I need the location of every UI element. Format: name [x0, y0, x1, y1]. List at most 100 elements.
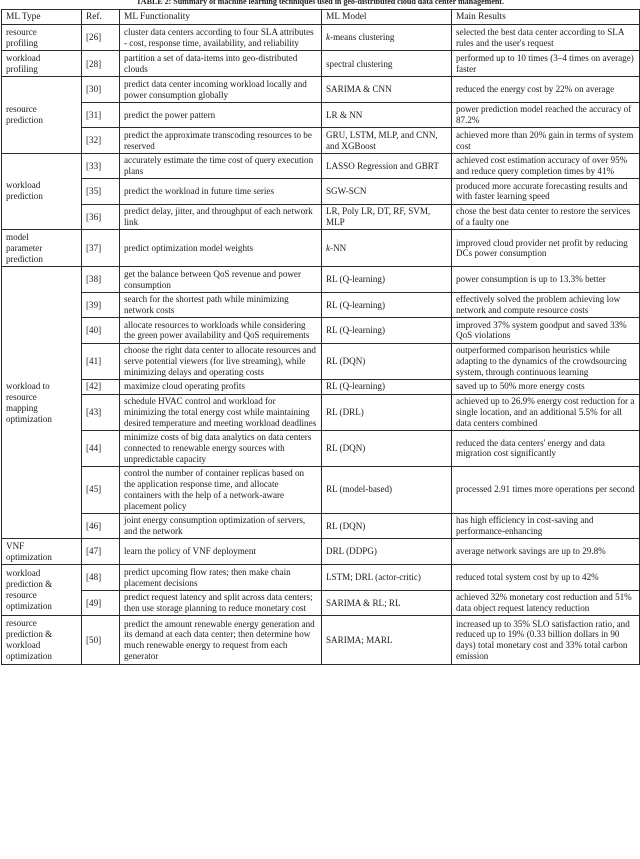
cell-main-results: improved 37% system goodput and saved 33… [451, 317, 640, 344]
cell-reference[interactable]: [42] [81, 378, 120, 395]
table-row: [40] allocate resources to workloads whil… [2, 317, 640, 344]
cell-ml-functionality: predict upcoming flow rates; then make c… [119, 564, 322, 591]
table-row: [45] control the number of container repl… [2, 465, 640, 514]
cell-ml-model: LASSO Regression and GBRT [321, 152, 452, 180]
cell-ml-functionality: schedule HVAC control and workload for m… [119, 393, 322, 431]
cell-reference[interactable]: [38] [81, 266, 120, 293]
cell-ml-functionality: choose the right data center to allocate… [119, 342, 322, 380]
cell-reference[interactable]: [28] [81, 50, 120, 78]
cell-main-results: power prediction model reached the accur… [451, 101, 640, 129]
cell-ml-model: spectral clustering [321, 50, 452, 78]
cell-ml-type: resource prediction [1, 76, 82, 154]
table-row: [42] maximize cloud operating profits RL (… [2, 378, 640, 395]
table-row: workload profiling [28] partition a set of … [1, 50, 640, 78]
cell-main-results: achieved more than 20% gain in terms of … [451, 127, 640, 154]
table-row: resource prediction & workload optimization… [1, 615, 640, 665]
cell-main-results: improved cloud provider net profit by re… [451, 229, 640, 268]
cell-ml-functionality: partition a set of data-items into geo-d… [119, 50, 322, 78]
table-row: VNF optimization [47] learn the policy of V… [1, 538, 640, 566]
cell-main-results: has high efficiency in cost-saving and p… [451, 512, 640, 540]
cell-ml-model: RL (DQN) [321, 342, 452, 380]
cell-ml-functionality: predict data center incoming workload lo… [119, 76, 322, 103]
table-row: workload to resource mapping optimization [3… [1, 266, 640, 540]
cell-main-results: increased up to 35% SLO satisfaction rat… [451, 615, 640, 665]
cell-reference[interactable]: [36] [81, 203, 120, 231]
cell-ml-model: LSTM; DRL (actor-critic) [321, 564, 452, 591]
cell-main-results: average network savings are up to 29.8% [451, 538, 640, 566]
cell-ml-functionality: predict the power pattern [119, 101, 322, 129]
cell-ml-functionality: predict delay, jitter, and throughput of… [119, 203, 322, 231]
cell-ml-functionality: search for the shortest path while minim… [119, 291, 322, 319]
table-row: [41] choose the right data center to allo… [2, 342, 640, 380]
cell-ml-type: workload profiling [1, 50, 82, 78]
cell-ml-functionality: predict optimization model weights [119, 229, 322, 268]
table-row: [39] search for the shortest path while m… [2, 291, 640, 319]
table-row: [36] predict delay, jitter, and throughpu… [2, 203, 640, 231]
cell-reference[interactable]: [35] [81, 178, 120, 205]
cell-reference[interactable]: [32] [81, 127, 120, 154]
table-row: resource profiling [26] cluster data center… [1, 24, 640, 52]
cell-ml-functionality: allocate resources to workloads while co… [119, 317, 322, 344]
table-row: workload prediction & resource optimization… [1, 564, 640, 617]
cell-reference[interactable]: [33] [81, 152, 120, 180]
cell-reference[interactable]: [49] [81, 589, 120, 617]
cell-reference[interactable]: [47] [81, 538, 120, 566]
cell-ml-type: resource profiling [1, 24, 82, 52]
cell-ml-model: SGW-SCN [321, 178, 452, 205]
cell-ml-model: DRL (DDPG) [321, 538, 452, 566]
column-header-ml-type: ML Type [1, 8, 82, 26]
table-row: [49] predict request latency and split ac… [2, 589, 640, 617]
cell-ml-functionality: joint energy consumption optimization of… [119, 512, 322, 540]
cell-reference[interactable]: [26] [81, 24, 120, 52]
cell-ml-functionality: learn the policy of VNF deployment [119, 538, 322, 566]
cell-ml-functionality: predict the approximate transcoding reso… [119, 127, 322, 154]
cell-reference[interactable]: [41] [81, 342, 120, 380]
cell-ml-functionality: accurately estimate the time cost of que… [119, 152, 322, 180]
cell-ml-model: RL (DQN) [321, 429, 452, 467]
cell-main-results: achieved cost estimation accuracy of ove… [451, 152, 640, 180]
cell-reference[interactable]: [37] [81, 229, 120, 268]
cell-ml-type: model parameter prediction [1, 229, 82, 268]
cell-reference[interactable]: [46] [81, 512, 120, 540]
cell-reference[interactable]: [31] [81, 101, 120, 129]
cell-ml-model: RL (Q-learning) [321, 291, 452, 319]
cell-ml-type: resource prediction & workload optimization [1, 615, 82, 665]
cell-main-results: saved up to 50% more energy costs [451, 378, 640, 395]
cell-reference[interactable]: [40] [81, 317, 120, 344]
cell-ml-type: workload prediction & resource optimization [1, 564, 82, 617]
cell-reference[interactable]: [39] [81, 291, 120, 319]
cell-reference[interactable]: [30] [81, 76, 120, 103]
table-row: [32] predict the approximate transcoding … [2, 127, 640, 154]
table-row: [43] schedule HVAC control and workload f… [2, 393, 640, 431]
cell-ml-model: SARIMA & RL; RL [321, 589, 452, 617]
table-row: [44] minimize costs of big data analytics… [2, 429, 640, 467]
cell-ml-functionality: predict the amount renewable energy gene… [119, 615, 322, 665]
cell-reference[interactable]: [44] [81, 429, 120, 467]
cell-ml-model: k-NN [321, 229, 452, 268]
column-header-main-results: Main Results [451, 8, 640, 26]
cell-ml-model: RL (DQN) [321, 512, 452, 540]
cell-reference[interactable]: [48] [81, 564, 120, 591]
table-row: [35] predict the workload in future time … [2, 178, 640, 205]
table-row: [46] joint energy consumption optimizatio… [2, 512, 640, 540]
cell-main-results: processed 2.91 times more operations per… [451, 465, 640, 514]
cell-ml-model: RL (model-based) [321, 465, 452, 514]
table-header: ML Type Ref. ML Functionality ML Model M… [1, 8, 640, 26]
cell-main-results: reduced total system cost by up to 42% [451, 564, 640, 591]
table-caption: TABLE 2: Summary of machine learning tec… [136, 0, 504, 6]
column-header-ml-functionality: ML Functionality [119, 8, 322, 26]
ml-summary-table: ML Type Ref. ML Functionality ML Model M… [1, 8, 640, 665]
cell-ml-model: SARIMA & CNN [321, 76, 452, 103]
cell-ml-type: workload to resource mapping optimization [1, 266, 82, 540]
cell-reference[interactable]: [43] [81, 393, 120, 431]
cell-ml-functionality: maximize cloud operating profits [119, 378, 322, 395]
cell-main-results: achieved 32% monetary cost reduction and… [451, 589, 640, 617]
cell-main-results: selected the best data center according … [451, 24, 640, 52]
table-row: [31] predict the power pattern LR & NN powe… [2, 101, 640, 129]
cell-reference[interactable]: [45] [81, 465, 120, 514]
header-row: ML Type Ref. ML Functionality ML Model M… [1, 8, 640, 26]
table-row: resource prediction [30] predict data cente… [1, 76, 640, 154]
cell-reference[interactable]: [50] [81, 615, 120, 665]
cell-ml-model: RL (DRL) [321, 393, 452, 431]
cell-ml-type: VNF optimization [1, 538, 82, 566]
